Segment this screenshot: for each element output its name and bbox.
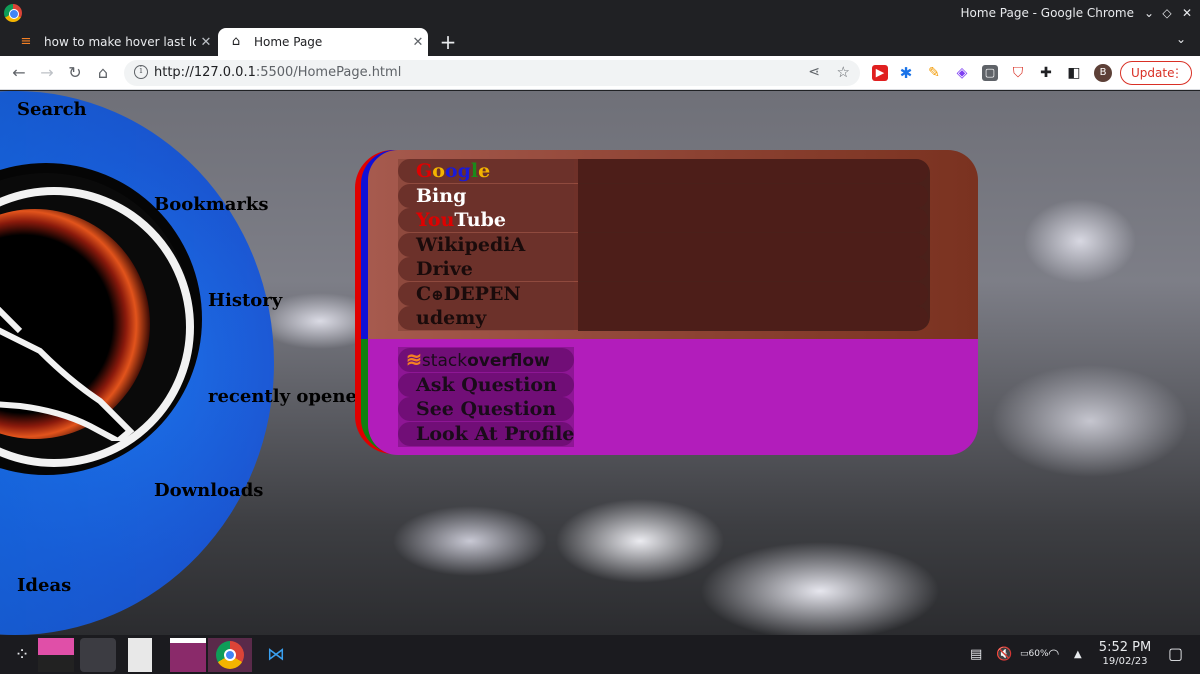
- reload-icon[interactable]: ↻: [64, 62, 86, 84]
- update-label: Update: [1131, 66, 1175, 80]
- look-at-profile-link[interactable]: Look At Profile: [398, 422, 574, 446]
- window-title: Home Page - Google Chrome: [960, 6, 1134, 20]
- menu-dots-icon: ⋮: [1171, 66, 1183, 80]
- stackoverflow-icon: ≋: [406, 349, 422, 371]
- window-titlebar: Home Page - Google Chrome ⌄ ◇ ✕: [0, 0, 1200, 26]
- battery-indicator[interactable]: ▭60%: [1020, 649, 1049, 659]
- chrome-icon-center: [224, 649, 236, 661]
- engine-link-wikipedia[interactable]: WikipediA: [398, 233, 928, 257]
- wifi-icon[interactable]: ◠: [1048, 647, 1059, 662]
- home-button-icon[interactable]: ⌂: [92, 62, 114, 84]
- share-icon[interactable]: ⋖: [808, 64, 820, 80]
- codepen-c: C: [416, 283, 432, 305]
- back-arrow-icon[interactable]: ←: [8, 62, 30, 84]
- bookmark-star-icon[interactable]: ☆: [837, 63, 850, 81]
- engine-link-youtube[interactable]: YouTube: [398, 208, 928, 232]
- browser-toolbar: ← → ↻ ⌂ i http://127.0.0.1:5500/HomePage…: [0, 56, 1200, 90]
- sidebar-link-recently-opened[interactable]: recently opened: [208, 386, 369, 407]
- clock[interactable]: 5:52 PM 19/02/23: [1096, 641, 1154, 669]
- pink-app-icon[interactable]: [38, 638, 74, 672]
- tab-label: Home Page: [254, 35, 323, 49]
- engine-link-udemy[interactable]: udemy: [398, 306, 928, 330]
- google-letter: g: [457, 160, 471, 182]
- google-letter: o: [444, 160, 458, 182]
- tab-label: how to make hover last longe: [44, 35, 196, 49]
- sidebar-link-search[interactable]: Search: [17, 99, 87, 120]
- codepen-cube-icon: ⊕: [431, 286, 444, 304]
- clock-time: 5:52 PM: [1098, 640, 1152, 655]
- sidebar-link-downloads[interactable]: Downloads: [154, 480, 263, 501]
- engine-link-bing[interactable]: Bing: [398, 184, 928, 208]
- sidebar-link-ideas[interactable]: Ideas: [17, 575, 71, 596]
- youtube-you: You: [416, 209, 455, 231]
- google-wordmark: Google: [416, 160, 490, 182]
- minimize-icon[interactable]: ⌄: [1140, 4, 1158, 22]
- stackoverflow-logo-link[interactable]: ≋stackoverflow: [398, 348, 574, 372]
- tab-home-page[interactable]: ⌂ Home Page ✕: [218, 28, 428, 56]
- page-viewport: Search Bookmarks History recently opened…: [0, 91, 1200, 635]
- engine-link-google[interactable]: Google: [398, 159, 928, 183]
- url-text[interactable]: http://127.0.0.1:5500/HomePage.html: [154, 65, 401, 80]
- udemy-label: udemy: [416, 307, 487, 329]
- clipboard-icon[interactable]: ▤: [970, 647, 982, 662]
- chrome-logo-icon: [4, 4, 22, 22]
- shield-extension-icon[interactable]: ⛉: [1010, 65, 1026, 81]
- engine-link-drive[interactable]: Drive: [398, 257, 928, 281]
- close-tab-icon[interactable]: ✕: [408, 35, 428, 50]
- vscode-icon[interactable]: ⋈: [258, 638, 294, 672]
- square-extension-icon[interactable]: ▢: [982, 65, 998, 81]
- terminal-icon[interactable]: [80, 638, 116, 672]
- pencil-extension-icon[interactable]: ✎: [926, 65, 942, 81]
- google-letter: o: [432, 160, 445, 182]
- close-window-icon[interactable]: ✕: [1178, 4, 1196, 22]
- side-panel-icon[interactable]: ◧: [1066, 65, 1082, 81]
- dragon-logo-icon: [0, 306, 135, 441]
- codepen-rest: DEPEN: [443, 283, 521, 305]
- clock-date: 19/02/23: [1102, 656, 1148, 667]
- stackoverflow-icon: ≡: [20, 34, 32, 49]
- bing-label: Bing: [416, 185, 467, 207]
- app-launcher-icon[interactable]: ⁘: [4, 638, 40, 672]
- battery-icon: ▭: [1020, 649, 1029, 659]
- wikipedia-label: WikipediA: [416, 234, 526, 256]
- see-question-link[interactable]: See Question: [398, 397, 574, 421]
- youtube-tube: Tube: [454, 209, 506, 231]
- close-tab-icon[interactable]: ✕: [196, 35, 216, 50]
- ask-question-link[interactable]: Ask Question: [398, 373, 574, 397]
- tray-expand-icon[interactable]: ▲: [1074, 649, 1082, 660]
- info-icon[interactable]: i: [134, 65, 148, 79]
- engine-link-codepen[interactable]: C⊕DEPEN: [398, 282, 928, 306]
- os-taskbar: ⁘ ⋈ ▤ 🔇 ▭60% ◠ ▲ 5:52 PM 19/02/23 ▢: [0, 635, 1200, 674]
- sidebar-link-history[interactable]: History: [208, 290, 282, 311]
- diamond-extension-icon[interactable]: ◈: [954, 65, 970, 81]
- google-letter: e: [478, 160, 491, 182]
- extensions-puzzle-icon[interactable]: ✚: [1038, 65, 1054, 81]
- stackoverflow-brand-bold: overflow: [467, 351, 550, 371]
- file-icon[interactable]: [128, 638, 152, 672]
- update-button[interactable]: Update ⋮: [1120, 61, 1192, 85]
- new-tab-button[interactable]: +: [436, 30, 460, 54]
- tab-stackoverflow[interactable]: ≡ how to make hover last longe ✕: [8, 28, 216, 56]
- tab-strip: ≡ how to make hover last longe ✕ ⌂ Home …: [0, 26, 1200, 56]
- stackoverflow-brand-light: stack: [421, 351, 468, 371]
- youtube-extension-icon[interactable]: ▶: [872, 65, 888, 81]
- address-bar[interactable]: i http://127.0.0.1:5500/HomePage.html ⋖ …: [124, 60, 860, 86]
- show-desktop-icon[interactable]: ▢: [1168, 644, 1183, 663]
- home-icon: ⌂: [231, 34, 241, 49]
- chevron-down-icon[interactable]: ⌄: [1176, 32, 1186, 46]
- mute-speaker-icon[interactable]: 🔇: [996, 647, 1012, 662]
- drive-label: Drive: [416, 258, 473, 280]
- sidebar-link-bookmarks[interactable]: Bookmarks: [154, 194, 269, 215]
- google-letter: G: [416, 160, 433, 182]
- forward-arrow-icon[interactable]: →: [36, 62, 58, 84]
- chrome-taskbar-button[interactable]: [208, 638, 252, 672]
- window-app-icon[interactable]: [170, 638, 206, 672]
- battery-percent: 60%: [1028, 649, 1049, 659]
- maximize-icon[interactable]: ◇: [1158, 4, 1176, 22]
- puzzle-extension-icon[interactable]: ✱: [898, 65, 914, 81]
- profile-avatar[interactable]: B: [1094, 64, 1112, 82]
